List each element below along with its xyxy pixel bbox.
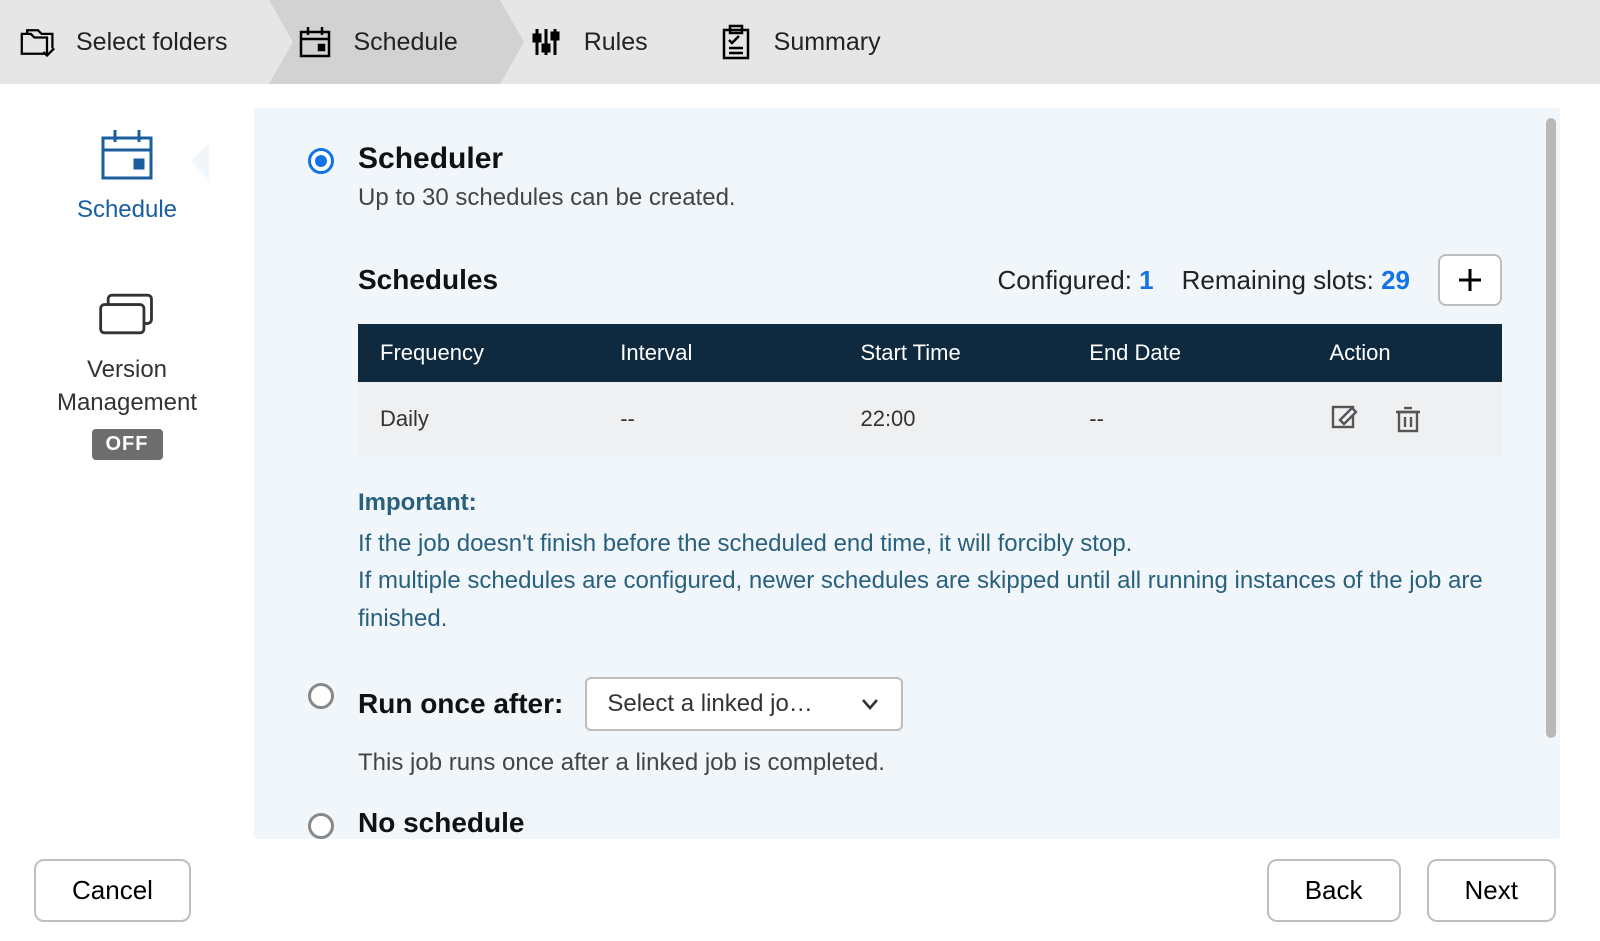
col-start-time: Start Time: [838, 324, 1067, 382]
cancel-button[interactable]: Cancel: [34, 859, 191, 922]
col-frequency: Frequency: [358, 324, 598, 382]
sidebar-item-label: Version Management: [57, 354, 197, 419]
plus-icon: [1457, 267, 1483, 293]
wizard-step-rules[interactable]: Rules: [500, 0, 690, 84]
remaining-slots: Remaining slots: 29: [1182, 265, 1410, 296]
col-interval: Interval: [598, 324, 838, 382]
sliders-icon: [528, 24, 564, 60]
linked-job-select[interactable]: Select a linked jo…: [585, 677, 903, 731]
wizard-step-label: Select folders: [76, 28, 227, 57]
edit-icon[interactable]: [1330, 404, 1360, 434]
option-scheduler: Scheduler Up to 30 schedules can be crea…: [308, 142, 1502, 637]
cell-end-date: --: [1067, 382, 1307, 456]
wizard-step-label: Rules: [584, 28, 648, 57]
option-subtitle: Up to 30 schedules can be created.: [358, 184, 1502, 212]
sidebar-item-schedule[interactable]: Schedule: [77, 126, 177, 226]
important-note: Important: If the job doesn't finish bef…: [358, 484, 1502, 637]
schedules-table: Frequency Interval Start Time End Date A…: [358, 324, 1502, 456]
wizard-step-label: Schedule: [353, 28, 457, 57]
option-no-schedule: No schedule: [308, 807, 1502, 839]
radio-run-once-after[interactable]: [308, 683, 334, 709]
option-title: Run once after:: [358, 688, 563, 720]
table-row: Daily -- 22:00 --: [358, 382, 1502, 456]
col-action: Action: [1308, 324, 1503, 382]
wizard-step-summary[interactable]: Summary: [690, 0, 923, 84]
status-badge-off: OFF: [92, 429, 163, 460]
option-title: Scheduler: [358, 142, 1502, 176]
main-panel: Scheduler Up to 30 schedules can be crea…: [254, 108, 1560, 839]
option-title: No schedule: [358, 807, 1502, 839]
wizard-step-label: Summary: [774, 28, 881, 57]
wizard-step-select-folders[interactable]: Select folders: [0, 0, 269, 84]
sidebar-item-label: Schedule: [77, 194, 177, 226]
inner-sidebar: Schedule Version Management OFF: [0, 84, 254, 839]
trash-icon[interactable]: [1394, 404, 1424, 434]
next-button[interactable]: Next: [1427, 859, 1556, 922]
footer-bar: Cancel Back Next: [0, 839, 1600, 941]
sidebar-item-version-management[interactable]: Version Management OFF: [57, 286, 197, 460]
folders-icon: [20, 24, 56, 60]
chevron-down-icon: [859, 693, 881, 715]
cell-frequency: Daily: [358, 382, 598, 456]
add-schedule-button[interactable]: [1438, 254, 1502, 306]
clipboard-check-icon: [718, 24, 754, 60]
stacked-windows-icon: [95, 286, 159, 342]
back-button[interactable]: Back: [1267, 859, 1401, 922]
select-placeholder: Select a linked jo…: [607, 690, 812, 718]
cell-interval: --: [598, 382, 838, 456]
calendar-icon: [297, 24, 333, 60]
configured-count: Configured: 1: [998, 265, 1154, 296]
wizard-step-schedule[interactable]: Schedule: [269, 0, 499, 84]
calendar-icon: [95, 126, 159, 182]
cell-start-time: 22:00: [838, 382, 1067, 456]
option-subtitle: This job runs once after a linked job is…: [358, 749, 1502, 777]
schedules-heading: Schedules: [358, 264, 498, 296]
col-end-date: End Date: [1067, 324, 1307, 382]
radio-scheduler[interactable]: [308, 148, 334, 174]
option-run-once-after: Run once after: Select a linked jo… This…: [308, 677, 1502, 777]
radio-no-schedule[interactable]: [308, 813, 334, 839]
wizard-steps-bar: Select folders Schedule Rules: [0, 0, 1600, 84]
